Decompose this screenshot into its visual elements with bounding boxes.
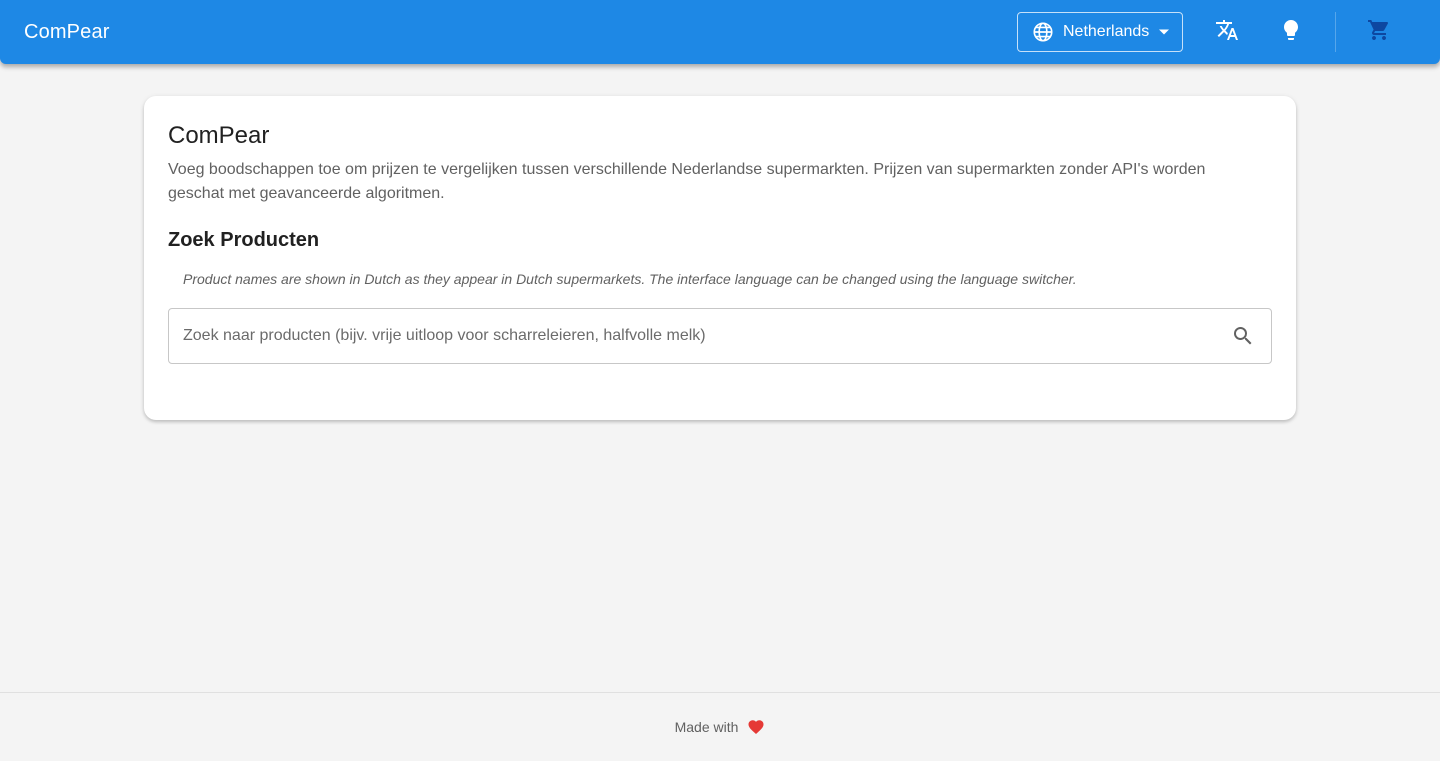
country-select[interactable]: Netherlands [1017,12,1183,52]
page-description: Voeg boodschappen toe om prijzen te verg… [168,161,1206,202]
theme-toggle-button[interactable] [1267,8,1315,56]
app-brand[interactable]: ComPear [24,21,110,44]
search-icon[interactable] [1215,309,1271,363]
heart-icon [747,718,765,736]
app-bar: ComPear Netherlands [0,0,1440,64]
caret-down-icon [1158,26,1170,38]
search-section-title: Zoek Producten [168,229,320,251]
search-input[interactable] [183,327,1215,345]
country-select-value: Netherlands [1063,23,1150,40]
app-bar-divider [1335,12,1336,52]
translate-icon [1215,18,1239,47]
search-field [168,308,1272,364]
language-switcher-button[interactable] [1203,8,1251,56]
footer: Made with [0,692,1440,761]
cart-button[interactable] [1355,8,1403,56]
language-note: Product names are shown in Dutch as they… [183,271,1077,287]
page-title: ComPear [168,122,270,149]
lightbulb-icon [1279,18,1303,47]
globe-icon [1032,21,1054,43]
search-card: ComPear Voeg boodschappen toe om prijzen… [144,96,1296,420]
footer-text: Made with [674,719,739,735]
shopping-cart-icon [1367,18,1391,47]
